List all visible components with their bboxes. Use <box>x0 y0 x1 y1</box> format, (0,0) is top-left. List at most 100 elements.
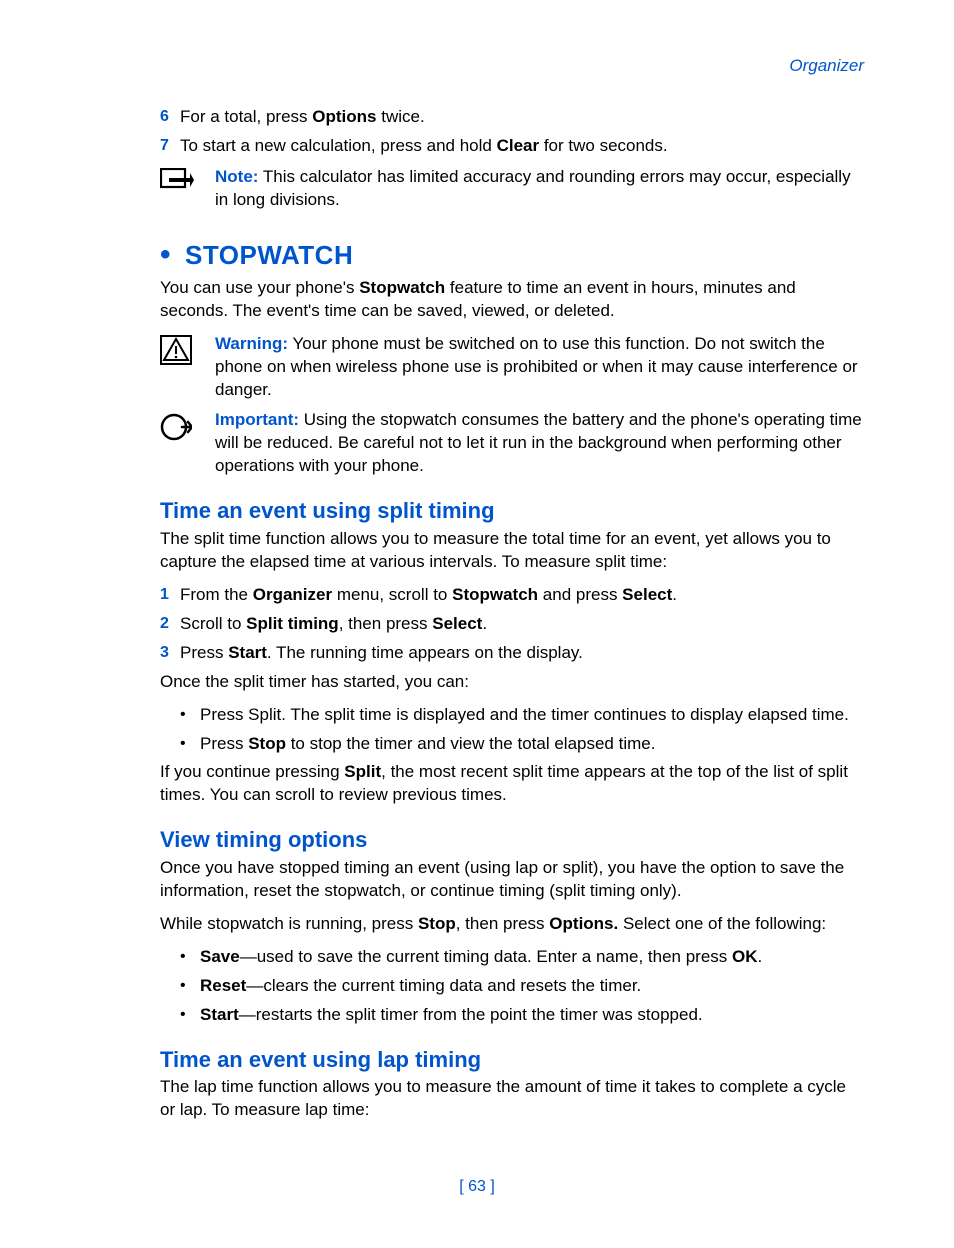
text-run: to stop the timer and view the total ela… <box>286 734 655 753</box>
step-text: For a total, press Options twice. <box>180 106 864 129</box>
important-label: Important: <box>215 410 299 429</box>
text-bold: Select <box>622 585 672 604</box>
step-number: 6 <box>160 106 180 129</box>
text-run: For a total, press <box>180 107 312 126</box>
important-block: Important: Using the stopwatch consumes … <box>160 409 864 478</box>
warning-block: Warning: Your phone must be switched on … <box>160 333 864 402</box>
text-bold: OK <box>732 947 758 966</box>
text-run: Select one of the following: <box>618 914 826 933</box>
heading-text: STOPWATCH <box>185 238 353 273</box>
list-item: • Press Split. The split time is display… <box>180 704 864 727</box>
text-run: —restarts the split timer from the point… <box>239 1005 703 1024</box>
text-run: . The running time appears on the displa… <box>267 643 583 662</box>
text-run: —used to save the current timing data. E… <box>240 947 732 966</box>
paragraph: The lap time function allows you to meas… <box>160 1076 864 1122</box>
text-bold: Start <box>228 643 267 662</box>
text-run: Your phone must be switched on to use th… <box>215 334 858 399</box>
bullet-icon: • <box>180 704 200 727</box>
text-bold: Options. <box>549 914 618 933</box>
step-number: 1 <box>160 584 180 607</box>
text-run: —clears the current timing data and rese… <box>246 976 641 995</box>
text-run: If you continue pressing <box>160 762 344 781</box>
step-number: 2 <box>160 613 180 636</box>
note-label: Note: <box>215 167 258 186</box>
bullet-icon: • <box>180 733 200 756</box>
bullet-icon: • <box>180 975 200 998</box>
subsection-heading: View timing options <box>160 825 864 855</box>
text-bold: Split timing <box>246 614 339 633</box>
text-bold: Stop <box>248 734 286 753</box>
text-run: . <box>482 614 487 633</box>
subsection-heading: Time an event using lap timing <box>160 1045 864 1075</box>
text-run: This calculator has limited accuracy and… <box>215 167 851 209</box>
header-section-label: Organizer <box>160 55 864 78</box>
text-bold: Stop <box>418 914 456 933</box>
text-run: . <box>672 585 677 604</box>
step-text: From the Organizer menu, scroll to Stopw… <box>180 584 864 607</box>
text-bold: Select <box>432 614 482 633</box>
text-run: Using the stopwatch consumes the battery… <box>215 410 862 475</box>
note-icon <box>160 166 215 212</box>
text-bold: Stopwatch <box>452 585 538 604</box>
step-text: Scroll to Split timing, then press Selec… <box>180 613 864 636</box>
text-run: Scroll to <box>180 614 246 633</box>
text-bold: Stopwatch <box>359 278 445 297</box>
step-text: To start a new calculation, press and ho… <box>180 135 864 158</box>
step-number: 7 <box>160 135 180 158</box>
paragraph: Once you have stopped timing an event (u… <box>160 857 864 903</box>
text-run: While stopwatch is running, press <box>160 914 418 933</box>
bullet-text: Save—used to save the current timing dat… <box>200 946 864 969</box>
paragraph: You can use your phone's Stopwatch featu… <box>160 277 864 323</box>
list-item: 2 Scroll to Split timing, then press Sel… <box>160 613 864 636</box>
bullet-icon: • <box>180 1004 200 1027</box>
step-number: 3 <box>160 642 180 665</box>
paragraph: While stopwatch is running, press Stop, … <box>160 913 864 936</box>
section-heading: • STOPWATCH <box>160 238 864 273</box>
text-bold: Start <box>200 1005 239 1024</box>
list-item: 6 For a total, press Options twice. <box>160 106 864 129</box>
text-bold: Split <box>344 762 381 781</box>
warning-icon <box>160 333 215 402</box>
paragraph: If you continue pressing Split, the most… <box>160 761 864 807</box>
text-run: menu, scroll to <box>332 585 452 604</box>
step-text: Press Start. The running time appears on… <box>180 642 864 665</box>
paragraph: Once the split timer has started, you ca… <box>160 671 864 694</box>
text-run: From the <box>180 585 253 604</box>
list-item: 7 To start a new calculation, press and … <box>160 135 864 158</box>
important-icon <box>160 409 215 478</box>
bullet-text: Press Split. The split time is displayed… <box>200 704 864 727</box>
bullet-icon: • <box>180 946 200 969</box>
list-item: • Press Stop to stop the timer and view … <box>180 733 864 756</box>
text-run: for two seconds. <box>539 136 668 155</box>
subsection-heading: Time an event using split timing <box>160 496 864 526</box>
text-run: To start a new calculation, press and ho… <box>180 136 497 155</box>
list-item: • Save—used to save the current timing d… <box>180 946 864 969</box>
paragraph: The split time function allows you to me… <box>160 528 864 574</box>
warning-text: Warning: Your phone must be switched on … <box>215 333 864 402</box>
list-item: • Start—restarts the split timer from th… <box>180 1004 864 1027</box>
text-bold: Reset <box>200 976 246 995</box>
text-run: Press <box>180 643 228 662</box>
bullet-text: Start—restarts the split timer from the … <box>200 1004 864 1027</box>
text-run: You can use your phone's <box>160 278 359 297</box>
text-bold: Organizer <box>253 585 332 604</box>
warning-label: Warning: <box>215 334 288 353</box>
bullet-text: Press Stop to stop the timer and view th… <box>200 733 864 756</box>
note-block: Note: This calculator has limited accura… <box>160 166 864 212</box>
list-item: 3 Press Start. The running time appears … <box>160 642 864 665</box>
text-run: twice. <box>377 107 425 126</box>
note-text: Note: This calculator has limited accura… <box>215 166 864 212</box>
list-item: 1 From the Organizer menu, scroll to Sto… <box>160 584 864 607</box>
text-run: . <box>758 947 763 966</box>
page-number: [ 63 ] <box>0 1176 954 1198</box>
text-run: , then press <box>339 614 433 633</box>
bullet-icon: • <box>160 240 171 270</box>
bullet-text: Reset—clears the current timing data and… <box>200 975 864 998</box>
text-bold: Save <box>200 947 240 966</box>
important-text: Important: Using the stopwatch consumes … <box>215 409 864 478</box>
text-run: and press <box>538 585 622 604</box>
list-item: • Reset—clears the current timing data a… <box>180 975 864 998</box>
text-run: Press <box>200 734 248 753</box>
text-bold: Clear <box>497 136 540 155</box>
text-bold: Options <box>312 107 376 126</box>
